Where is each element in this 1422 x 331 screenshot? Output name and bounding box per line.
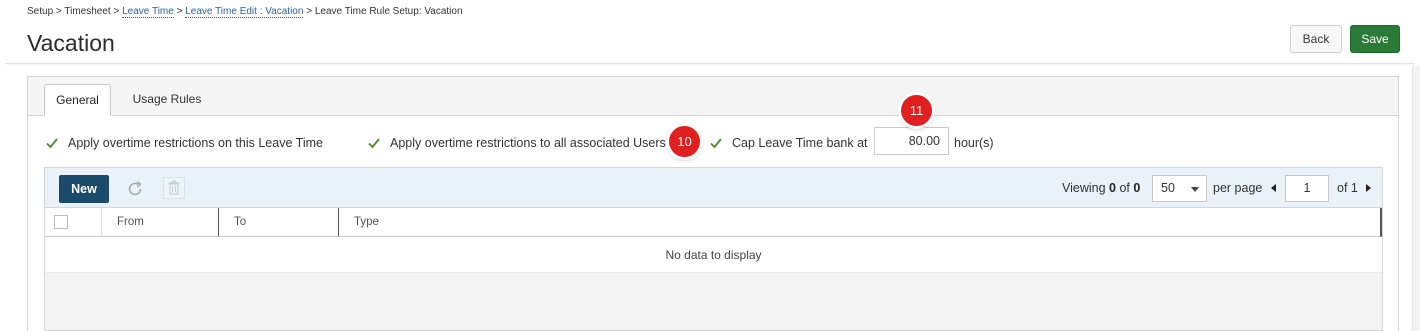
overtime-restriction-option[interactable]: Apply overtime restrictions on this Leav… (45, 136, 323, 150)
back-button[interactable]: Back (1290, 25, 1342, 53)
page-size-select[interactable]: 50 (1152, 175, 1207, 202)
empty-message: No data to display (45, 237, 1382, 273)
page-size-value: 50 (1161, 181, 1175, 195)
grid-toolbar: New Viewing 0 of 0 50 per page 1 of 1 (45, 168, 1382, 208)
viewing-total: 0 (1133, 181, 1141, 195)
header-divider (5, 63, 1415, 64)
breadcrumb-setup[interactable]: Setup (27, 6, 53, 17)
breadcrumb-leave-time-link[interactable]: Leave Time (122, 6, 174, 18)
viewing-status: Viewing 0 of 0 (1062, 181, 1140, 195)
check-icon[interactable] (367, 136, 381, 150)
next-page-icon[interactable] (1366, 184, 1371, 192)
check-icon[interactable] (709, 136, 723, 150)
save-button[interactable]: Save (1350, 25, 1400, 53)
refresh-icon[interactable] (125, 179, 145, 199)
column-header-to[interactable]: To (219, 208, 339, 236)
select-all-checkbox[interactable] (54, 215, 68, 229)
breadcrumb: Setup > Timesheet > Leave Time > Leave T… (27, 6, 463, 18)
check-icon[interactable] (45, 136, 59, 150)
page-total-label: of 1 (1337, 181, 1358, 195)
annotation-badge: 10 (669, 126, 700, 157)
annotation-badge: 11 (901, 95, 932, 126)
page-title: Vacation (27, 30, 115, 56)
overtime-restriction-label: Apply overtime restrictions on this Leav… (68, 136, 323, 150)
dropdown-caret-icon (1191, 187, 1199, 192)
breadcrumb-separator: > (113, 6, 120, 17)
select-all-cell (45, 208, 102, 236)
tab-usage-rules[interactable]: Usage Rules (121, 84, 213, 116)
breadcrumb-current: Leave Time Rule Setup: Vacation (314, 6, 463, 17)
breadcrumb-leave-time-edit-link[interactable]: Leave Time Edit : Vacation (185, 6, 304, 18)
breadcrumb-separator: > (306, 6, 313, 17)
prev-page-icon[interactable] (1271, 184, 1276, 192)
overtime-users-option[interactable]: Apply overtime restrictions to all assoc… (367, 136, 666, 150)
trash-icon[interactable] (163, 177, 185, 199)
cap-bank-option[interactable]: Cap Leave Time bank at (709, 136, 868, 150)
breadcrumb-separator: > (176, 6, 183, 17)
breadcrumb-separator: > (55, 6, 62, 17)
overtime-users-label: Apply overtime restrictions to all assoc… (390, 136, 666, 150)
page-number-input[interactable]: 1 (1285, 175, 1329, 202)
breadcrumb-timesheet[interactable]: Timesheet (64, 6, 110, 17)
column-header-from[interactable]: From (102, 208, 219, 236)
cap-hours-input[interactable]: 80.00 (874, 127, 949, 155)
per-page-label: per page (1213, 181, 1263, 195)
viewing-label: Viewing (1062, 181, 1106, 195)
tab-general[interactable]: General (44, 84, 111, 116)
viewing-of-label: of (1119, 181, 1130, 195)
page-scrollbar[interactable] (1412, 66, 1420, 331)
grid-header: From To Type (45, 208, 1382, 237)
cap-bank-label: Cap Leave Time bank at (732, 136, 868, 150)
rules-grid: New Viewing 0 of 0 50 per page 1 of 1 Fr… (44, 167, 1383, 331)
viewing-count: 0 (1109, 181, 1116, 195)
column-header-type[interactable]: Type (339, 208, 1379, 236)
new-button[interactable]: New (59, 175, 109, 203)
cap-unit-label: hour(s) (954, 136, 994, 150)
